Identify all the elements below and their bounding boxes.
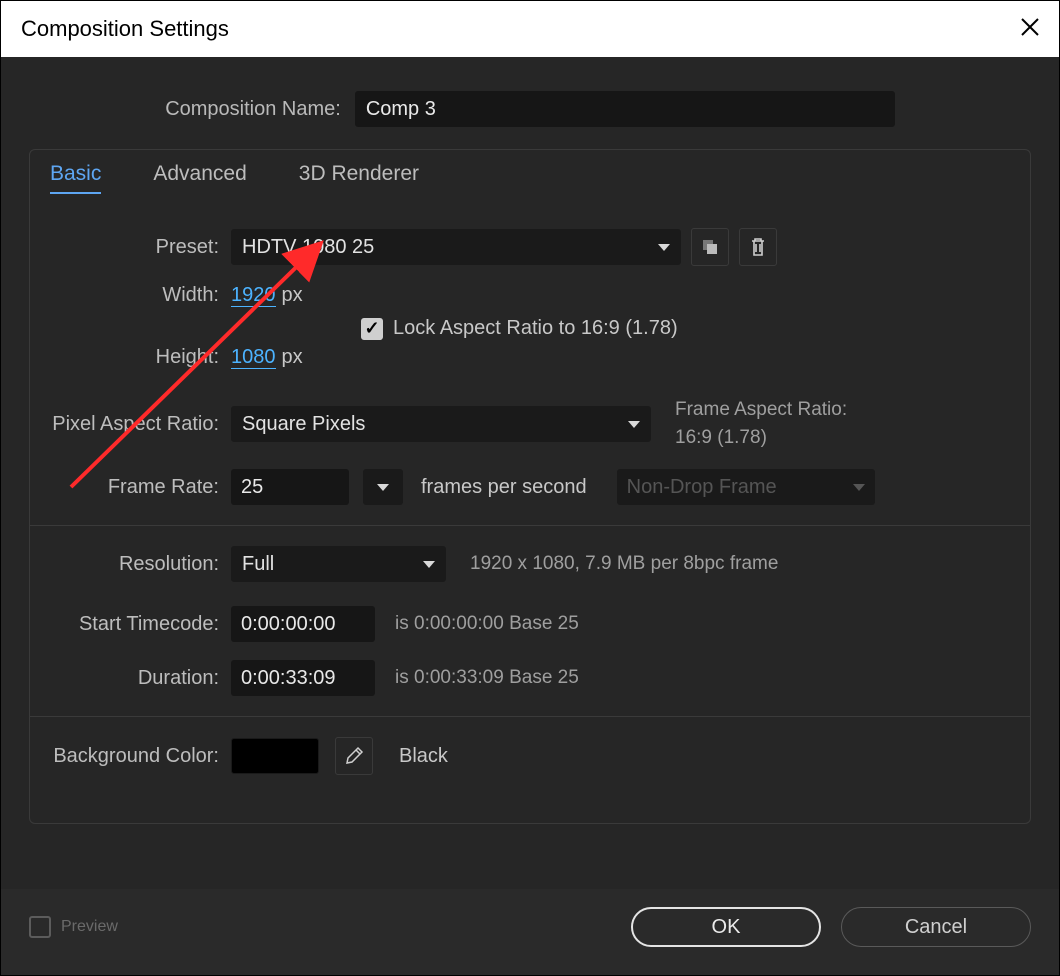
divider bbox=[30, 525, 1030, 526]
tab-advanced[interactable]: Advanced bbox=[153, 162, 246, 194]
width-value[interactable]: 1920 bbox=[231, 284, 276, 307]
duration-label: Duration: bbox=[48, 667, 231, 690]
preset-select[interactable]: HDTV 1080 25 bbox=[231, 229, 681, 265]
drop-frame-value: Non-Drop Frame bbox=[627, 476, 777, 499]
tab-3d-renderer[interactable]: 3D Renderer bbox=[299, 162, 419, 194]
background-color-name: Black bbox=[399, 745, 448, 768]
resolution-label: Resolution: bbox=[48, 553, 231, 576]
pixel-aspect-label: Pixel Aspect Ratio: bbox=[48, 413, 231, 436]
lock-aspect-checkbox[interactable] bbox=[361, 318, 383, 340]
frame-rate-label: Frame Rate: bbox=[48, 476, 231, 499]
preset-label: Preset: bbox=[48, 236, 231, 259]
start-timecode-hint: is 0:00:00:00 Base 25 bbox=[395, 613, 579, 635]
height-unit: px bbox=[282, 346, 303, 369]
window-title: Composition Settings bbox=[21, 16, 229, 42]
composition-settings-dialog: Composition Settings Composition Name: B… bbox=[0, 0, 1060, 976]
lock-aspect-label: Lock Aspect Ratio to 16:9 (1.78) bbox=[393, 317, 678, 340]
frame-aspect-label: Frame Aspect Ratio: bbox=[675, 399, 847, 421]
width-unit: px bbox=[282, 284, 303, 307]
resolution-select[interactable]: Full bbox=[231, 546, 446, 582]
height-label: Height: bbox=[48, 346, 231, 369]
start-timecode-input[interactable] bbox=[231, 606, 375, 642]
titlebar: Composition Settings bbox=[1, 1, 1059, 57]
background-color-label: Background Color: bbox=[48, 745, 231, 768]
pixel-aspect-select[interactable]: Square Pixels bbox=[231, 406, 651, 442]
resolution-value: Full bbox=[242, 553, 274, 576]
frame-rate-suffix: frames per second bbox=[421, 476, 587, 499]
drop-frame-select: Non-Drop Frame bbox=[617, 469, 875, 505]
preview-checkbox[interactable] bbox=[29, 916, 51, 938]
chevron-down-icon bbox=[658, 244, 670, 251]
preset-value: HDTV 1080 25 bbox=[242, 236, 374, 259]
divider bbox=[30, 716, 1030, 717]
chevron-down-icon bbox=[628, 421, 640, 428]
frame-rate-dropdown-button[interactable] bbox=[363, 469, 403, 505]
preview-label: Preview bbox=[61, 918, 118, 936]
save-preset-button[interactable] bbox=[691, 228, 729, 266]
frame-aspect-value: 16:9 (1.78) bbox=[675, 427, 847, 449]
close-icon[interactable] bbox=[1019, 15, 1041, 43]
tab-basic[interactable]: Basic bbox=[50, 162, 101, 194]
resolution-hint: 1920 x 1080, 7.9 MB per 8bpc frame bbox=[470, 553, 778, 575]
composition-name-label: Composition Name: bbox=[165, 98, 341, 121]
duration-hint: is 0:00:33:09 Base 25 bbox=[395, 667, 579, 689]
chevron-down-icon bbox=[423, 561, 435, 568]
chevron-down-icon bbox=[853, 484, 865, 491]
cancel-button[interactable]: Cancel bbox=[841, 907, 1031, 947]
width-label: Width: bbox=[48, 284, 231, 307]
delete-preset-button[interactable] bbox=[739, 228, 777, 266]
settings-panel: Basic Advanced 3D Renderer Preset: HDTV … bbox=[29, 149, 1031, 824]
ok-button[interactable]: OK bbox=[631, 907, 821, 947]
background-color-swatch[interactable] bbox=[231, 738, 319, 774]
frame-rate-input[interactable] bbox=[231, 469, 349, 505]
composition-name-input[interactable] bbox=[355, 91, 895, 127]
pixel-aspect-value: Square Pixels bbox=[242, 413, 365, 436]
chevron-down-icon bbox=[377, 484, 389, 491]
start-timecode-label: Start Timecode: bbox=[48, 613, 231, 636]
eyedropper-button[interactable] bbox=[335, 737, 373, 775]
height-value[interactable]: 1080 bbox=[231, 346, 276, 369]
duration-input[interactable] bbox=[231, 660, 375, 696]
